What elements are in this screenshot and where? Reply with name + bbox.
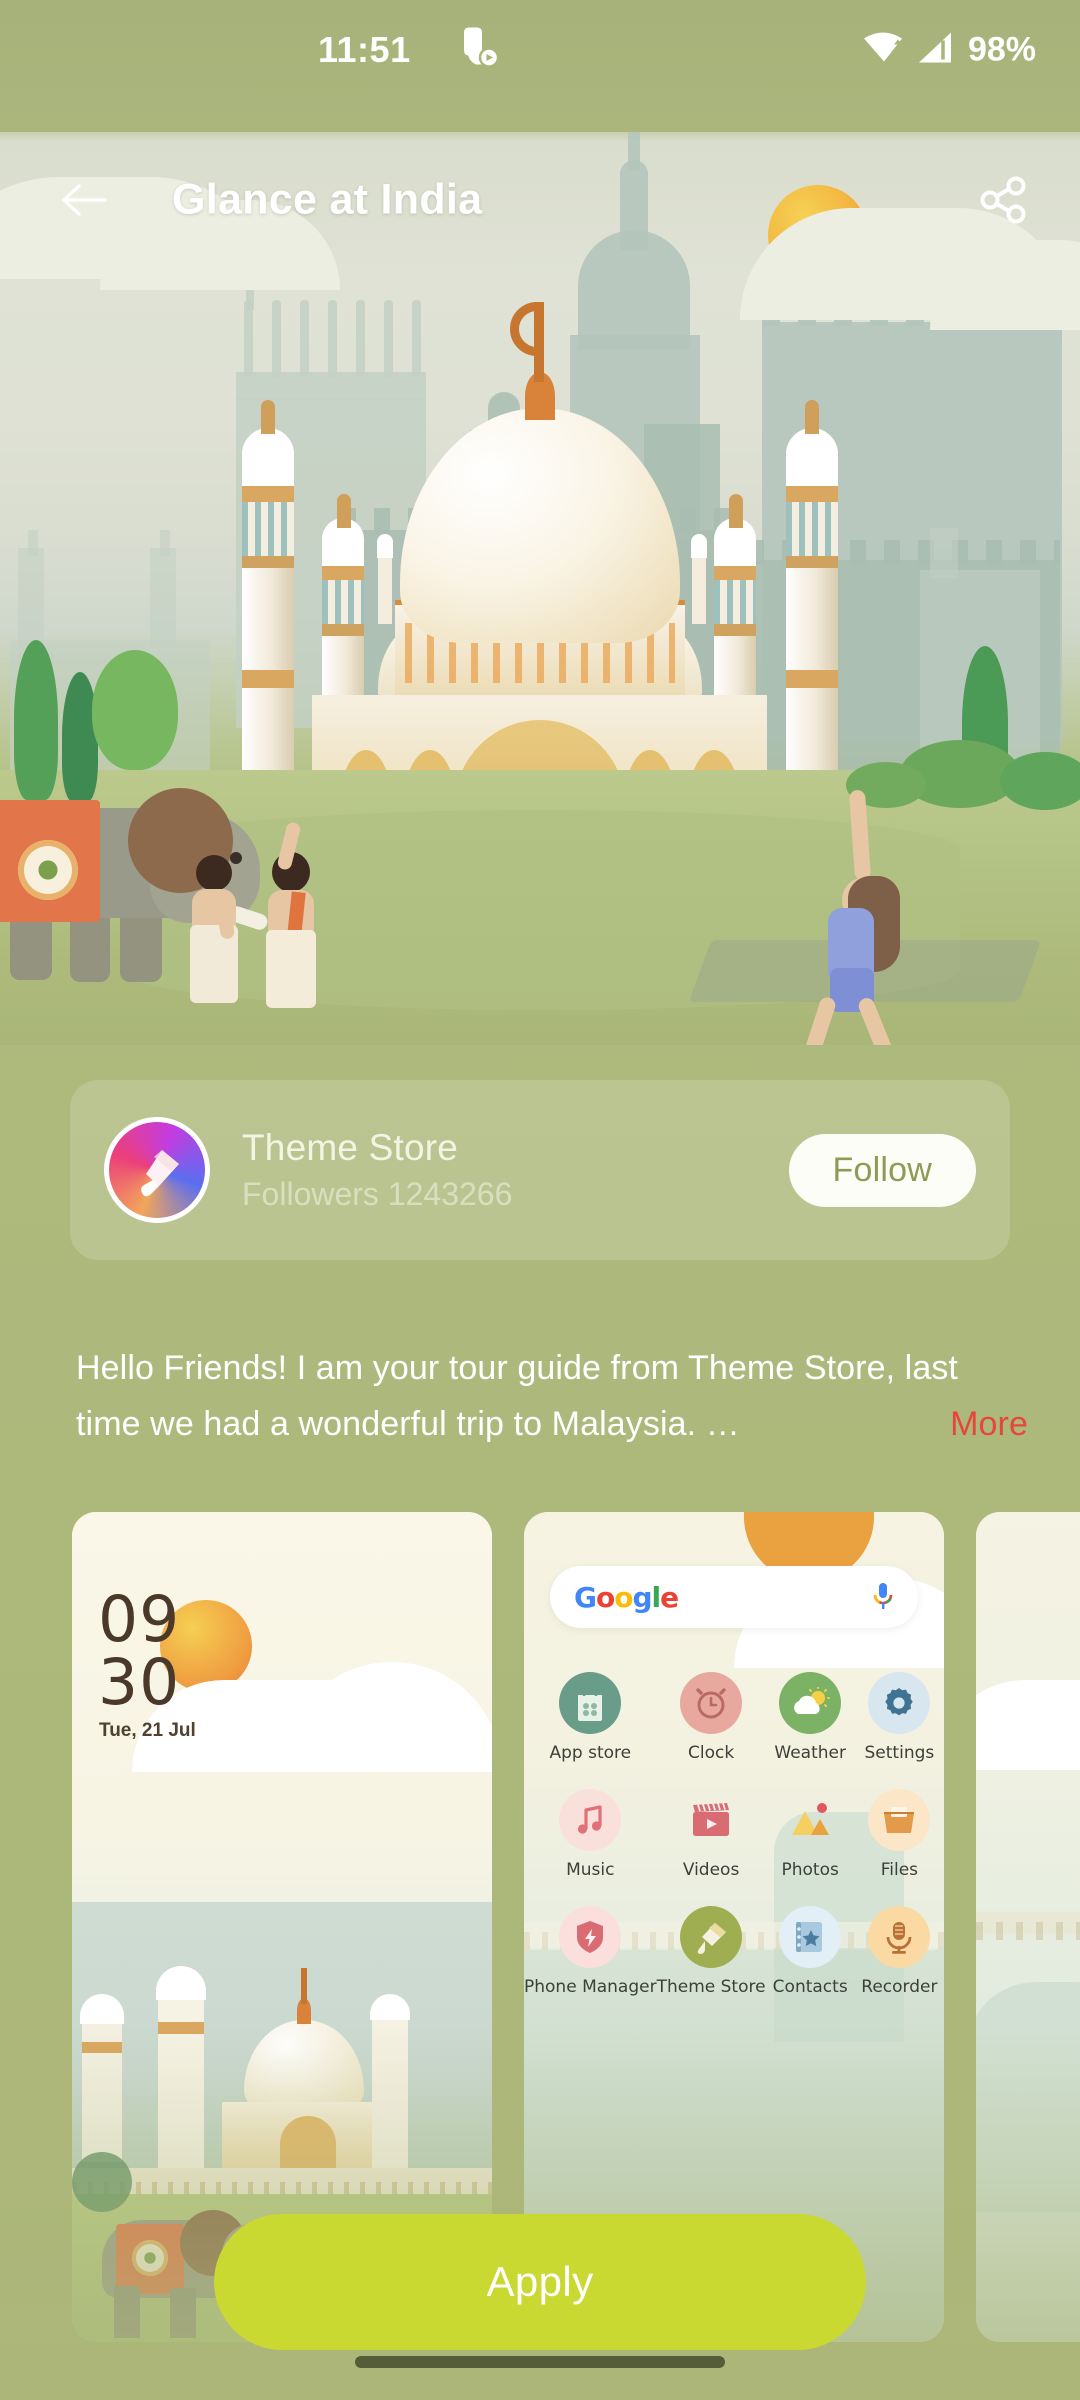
navigation-pill[interactable] [355,2356,725,2368]
author-card[interactable]: Theme Store Followers 1243266 Follow [70,1080,1010,1260]
clock-minute: 30 [98,1646,181,1719]
avatar [104,1117,210,1223]
paint-brush-icon [680,1906,743,1968]
microphone-icon [868,1906,931,1968]
author-name: Theme Store [242,1127,459,1168]
lockscreen-date: Tue, 21 Jul [99,1720,196,1741]
more-link[interactable]: More [950,1396,1028,1452]
arrow-left-icon [62,184,107,216]
theme-store-brush-icon [141,1150,179,1197]
status-clock: 11:51 [318,29,411,70]
app-icon-theme-store[interactable]: Theme Store [657,1906,766,1997]
status-right-cluster: 98% [862,31,1036,70]
app-icon-settings[interactable]: Settings [855,1672,944,1763]
music-note-icon [559,1789,622,1851]
app-label: Contacts [772,1977,848,1997]
theme-description: Hello Friends! I am your tour guide from… [76,1340,1028,1452]
app-icon-files[interactable]: Files [855,1789,944,1880]
app-store-icon [559,1672,622,1734]
lockscreen-clock: 09 30 [98,1588,180,1714]
contacts-book-icon [779,1906,842,1968]
author-followers: Followers 1243266 [242,1176,513,1212]
weather-icon [779,1672,842,1734]
files-folder-icon [868,1789,931,1851]
share-icon [980,176,1026,224]
cellular-signal-icon [917,31,955,70]
appdrawer-list[interactable]: Game Space Tips [976,1534,1080,2130]
google-logo: Google [574,1580,679,1614]
page-title: Glance at India [172,175,483,224]
app-header: Glance at India [0,148,1080,252]
app-icon-weather[interactable]: Weather [766,1672,855,1763]
app-label: Recorder [861,1977,938,1997]
app-icon-clock[interactable]: Clock [657,1672,766,1763]
preview-card-appdrawer[interactable]: Game Space Tips [976,1512,1080,2342]
screen-record-icon [460,27,500,74]
follow-button[interactable]: Follow [788,1133,976,1207]
wifi-icon [862,31,904,70]
homescreen-app-grid[interactable]: App store Clock Weather Settings Music V… [524,1672,944,1997]
shield-bolt-icon [559,1906,622,1968]
app-label: Photos [781,1860,839,1880]
app-icon-app-store[interactable]: App store [524,1672,657,1763]
app-icon-contacts[interactable]: Contacts [766,1906,855,1997]
app-label: Clock [687,1743,735,1763]
gear-icon [868,1672,931,1734]
description-text: Hello Friends! I am your tour guide from… [76,1349,958,1443]
apply-button[interactable]: Apply [214,2214,866,2350]
back-button[interactable] [56,172,112,228]
video-clapper-icon [680,1789,742,1851]
taj-dome [400,408,680,643]
app-icon-videos[interactable]: Videos [657,1789,766,1880]
app-label: Files [880,1860,919,1880]
person-yoga [790,789,920,1045]
clock-icon [680,1672,743,1734]
app-label: Music [566,1860,615,1880]
app-icon-phone-manager[interactable]: Phone Manager [524,1906,657,1997]
share-button[interactable] [976,172,1032,228]
app-label: Settings [864,1743,935,1763]
app-label: Weather [774,1743,846,1763]
microphone-icon[interactable] [872,1582,894,1612]
person-adult [258,821,334,1008]
author-info: Theme Store Followers 1243266 [242,1127,789,1213]
google-search-bar[interactable]: Google [550,1566,918,1628]
app-label: Videos [682,1860,740,1880]
photos-mountain-icon [779,1789,841,1851]
app-label: App store [549,1743,632,1763]
person-child [184,855,254,1003]
status-bar: 11:51 98% [0,0,1080,100]
app-icon-photos[interactable]: Photos [766,1789,855,1880]
app-label: Theme Store [656,1977,766,1997]
theme-detail-screen: 11:51 98% Glance at India Theme Store Fo… [0,0,1080,2400]
app-icon-recorder[interactable]: Recorder [855,1906,944,1997]
battery-percentage: 98% [967,30,1036,69]
app-label: Phone Manager [524,1977,657,1997]
clock-hour: 09 [98,1583,181,1656]
app-icon-music[interactable]: Music [524,1789,657,1880]
